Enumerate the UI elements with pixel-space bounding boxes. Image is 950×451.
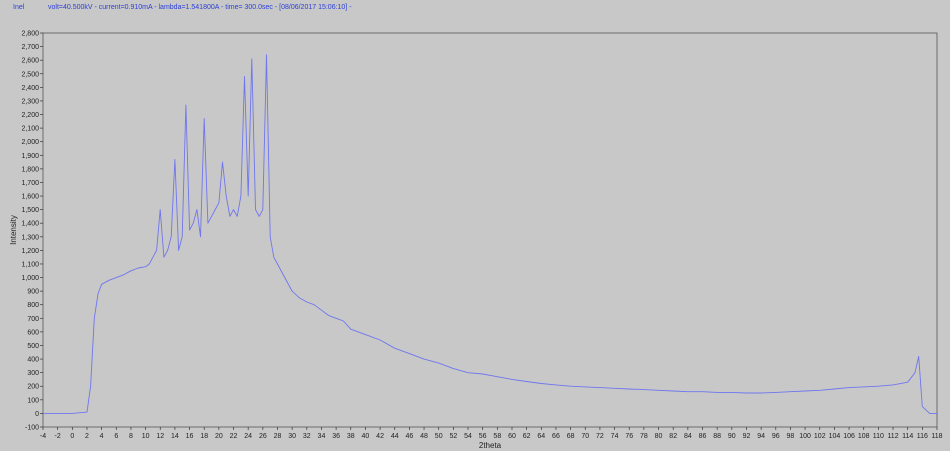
x-tick-label: 42 [376, 433, 384, 440]
x-tick-label: 74 [611, 433, 619, 440]
y-tick-label: 700 [27, 316, 39, 323]
x-tick-label: 32 [303, 433, 311, 440]
x-tick-label: 104 [829, 433, 841, 440]
x-tick-label: 92 [743, 433, 751, 440]
y-tick-label: 2,000 [21, 139, 39, 146]
x-tick-label: 106 [843, 433, 855, 440]
x-tick-label: 28 [274, 433, 282, 440]
x-tick-label: 78 [640, 433, 648, 440]
x-tick-label: 4 [100, 433, 104, 440]
x-tick-label: 8 [129, 433, 133, 440]
x-tick-label: 112 [887, 433, 898, 440]
x-tick-label: 70 [581, 433, 589, 440]
x-tick-label: 10 [142, 433, 150, 440]
y-tick-label: 1,200 [21, 248, 39, 255]
y-tick-label: 200 [27, 384, 39, 391]
x-tick-label: 18 [200, 433, 208, 440]
x-tick-label: 56 [479, 433, 487, 440]
x-axis-title: 2theta [479, 441, 502, 450]
x-tick-label: 20 [215, 433, 223, 440]
x-tick-label: 0 [70, 433, 74, 440]
x-tick-label: -2 [55, 433, 61, 440]
y-tick-label: 1,100 [21, 261, 39, 268]
y-tick-label: 2,400 [21, 85, 39, 92]
y-tick-label: 1,600 [21, 194, 39, 201]
y-tick-label: -100 [25, 425, 39, 432]
x-tick-label: 80 [655, 433, 663, 440]
x-tick-label: 2 [85, 433, 89, 440]
y-tick-label: 800 [27, 302, 39, 309]
chart-window: Inel volt=40.500kV - current=0.910mA - l… [0, 0, 950, 451]
x-tick-label: 44 [391, 433, 399, 440]
x-tick-label: 58 [493, 433, 501, 440]
x-tick-label: 108 [858, 433, 870, 440]
x-tick-label: 96 [772, 433, 780, 440]
x-tick-label: 6 [114, 433, 118, 440]
x-tick-label: 114 [902, 433, 913, 440]
x-tick-label: 50 [435, 433, 443, 440]
x-tick-label: 72 [596, 433, 604, 440]
y-tick-label: 500 [27, 343, 39, 350]
y-tick-label: 300 [27, 370, 39, 377]
y-tick-label: 2,300 [21, 98, 39, 105]
x-tick-label: 110 [873, 433, 884, 440]
x-tick-label: 68 [567, 433, 575, 440]
x-tick-label: 116 [917, 433, 928, 440]
y-tick-label: 2,200 [21, 112, 39, 119]
y-tick-label: 1,800 [21, 166, 39, 173]
x-tick-label: 102 [814, 433, 826, 440]
x-tick-label: 40 [362, 433, 370, 440]
y-tick-label: 600 [27, 329, 39, 336]
x-tick-label: -4 [40, 433, 46, 440]
x-tick-label: 64 [537, 433, 545, 440]
x-tick-label: 16 [186, 433, 194, 440]
y-tick-label: 1,900 [21, 153, 39, 160]
x-tick-label: 22 [230, 433, 238, 440]
y-tick-label: 1,700 [21, 180, 39, 187]
x-tick-label: 60 [508, 433, 516, 440]
x-tick-label: 26 [259, 433, 267, 440]
x-tick-label: 86 [699, 433, 707, 440]
x-tick-label: 12 [156, 433, 164, 440]
y-tick-label: 1,400 [21, 221, 39, 228]
x-tick-label: 100 [799, 433, 811, 440]
y-tick-label: 0 [35, 411, 39, 418]
x-tick-label: 98 [787, 433, 795, 440]
x-tick-label: 118 [931, 433, 942, 440]
x-tick-label: 48 [420, 433, 428, 440]
x-tick-label: 88 [713, 433, 721, 440]
x-tick-label: 90 [728, 433, 736, 440]
y-tick-label: 400 [27, 357, 39, 364]
x-tick-label: 34 [318, 433, 326, 440]
x-tick-label: 76 [625, 433, 633, 440]
x-tick-label: 14 [171, 433, 179, 440]
y-tick-label: 2,800 [21, 31, 39, 38]
y-tick-label: 900 [27, 289, 39, 296]
x-tick-label: 62 [523, 433, 531, 440]
y-tick-label: 1,500 [21, 207, 39, 214]
y-tick-label: 1,000 [21, 275, 39, 282]
x-tick-label: 24 [244, 433, 252, 440]
y-tick-label: 1,300 [21, 234, 39, 241]
x-tick-label: 52 [449, 433, 457, 440]
x-tick-label: 30 [288, 433, 296, 440]
x-tick-label: 36 [332, 433, 340, 440]
y-tick-label: 2,600 [21, 58, 39, 65]
x-tick-label: 54 [464, 433, 472, 440]
x-tick-label: 82 [669, 433, 677, 440]
xrd-chart: -10001002003004005006007008009001,0001,1… [9, 31, 943, 451]
y-tick-label: 100 [27, 397, 39, 404]
x-tick-label: 84 [684, 433, 692, 440]
y-tick-label: 2,500 [21, 71, 39, 78]
x-tick-label: 46 [405, 433, 413, 440]
x-tick-label: 38 [347, 433, 355, 440]
x-tick-label: 66 [552, 433, 560, 440]
y-tick-label: 2,100 [21, 126, 39, 133]
y-tick-label: 2,700 [21, 44, 39, 51]
y-axis-title: Intensity [9, 215, 18, 245]
plot-area [42, 32, 938, 428]
x-tick-label: 94 [757, 433, 765, 440]
